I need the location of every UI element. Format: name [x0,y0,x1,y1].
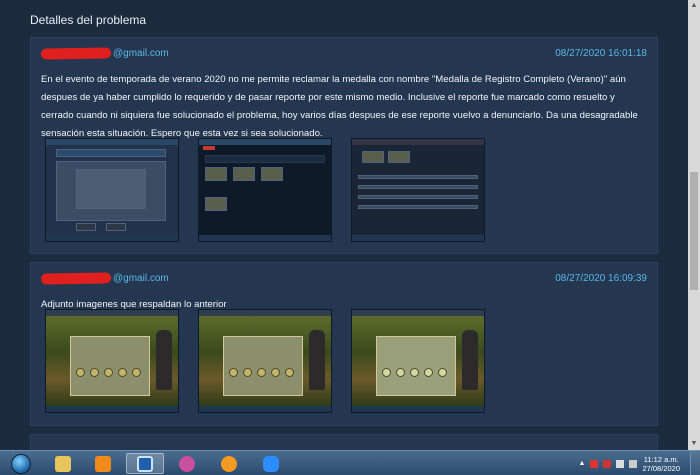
attachment-thumbnail[interactable] [198,309,332,413]
sender-email: @gmail.com [113,48,169,59]
message-card: @gmail.com 08/27/2020 16:09:39 Adjunto i… [30,262,658,426]
clock-time: 11:12 a.m. [643,454,679,464]
message-card: @gmail.com 08/27/2020 16:01:18 En el eve… [30,37,658,254]
media-player-icon [95,455,111,472]
redacted-email-mark [40,47,112,60]
scroll-up-icon[interactable]: ▲ [690,2,698,10]
zoom-icon [263,455,279,472]
taskbar-settings[interactable] [210,453,248,474]
app-tray-icon[interactable] [603,459,612,468]
attachment-list [45,138,485,242]
message-date: 08/27/2020 16:01:18 [555,48,647,59]
start-button[interactable] [2,453,40,474]
scroll-down-icon[interactable]: ▼ [690,440,698,448]
clock[interactable]: 11:12 a.m. 27/08/2020 [642,455,680,473]
chevron-up-icon[interactable]: ▲ [579,460,586,467]
attachment-list [45,309,485,413]
vertical-scrollbar[interactable]: ▲ ▼ [688,0,700,450]
page-content: Detalles del problema @gmail.com 08/27/2… [0,0,688,450]
message-header: @gmail.com 08/27/2020 16:09:39 [40,272,647,287]
system-tray: ▲ 11:12 a.m. 27/08/2020 [579,454,680,473]
attachment-thumbnail[interactable] [351,138,485,242]
browser-icon [137,455,153,472]
settings-icon [221,455,237,472]
message-date: 08/27/2020 16:09:39 [555,273,647,284]
attachment-thumbnail[interactable] [45,309,179,413]
message-text: En el evento de temporada de verano 2020… [41,74,638,139]
message-header: @gmail.com 08/27/2020 16:01:18 [40,47,647,62]
snipping-tool-icon [179,455,195,472]
notification-icon[interactable] [590,459,599,468]
taskbar-zoom[interactable] [252,453,290,474]
redacted-email-mark [40,272,112,285]
show-desktop-button[interactable] [690,451,700,475]
attachment-thumbnail[interactable] [351,309,485,413]
attachment-thumbnail[interactable] [45,138,179,242]
taskbar-explorer[interactable] [44,453,82,474]
volume-icon[interactable] [629,459,638,468]
windows-start-icon [11,453,31,474]
network-icon[interactable] [616,459,625,468]
taskbar-media-player[interactable] [84,453,122,474]
sender-email: @gmail.com [113,273,169,284]
message-card [30,434,658,450]
taskbar-browser[interactable] [126,453,164,474]
taskbar: ▲ 11:12 a.m. 27/08/2020 [0,450,700,475]
section-title: Detalles del problema [30,13,147,27]
taskbar-snipping-tool[interactable] [168,453,206,474]
folder-icon [55,455,71,472]
clock-date: 27/08/2020 [642,463,680,473]
attachment-thumbnail[interactable] [198,138,332,242]
scrollbar-thumb[interactable] [690,172,698,290]
